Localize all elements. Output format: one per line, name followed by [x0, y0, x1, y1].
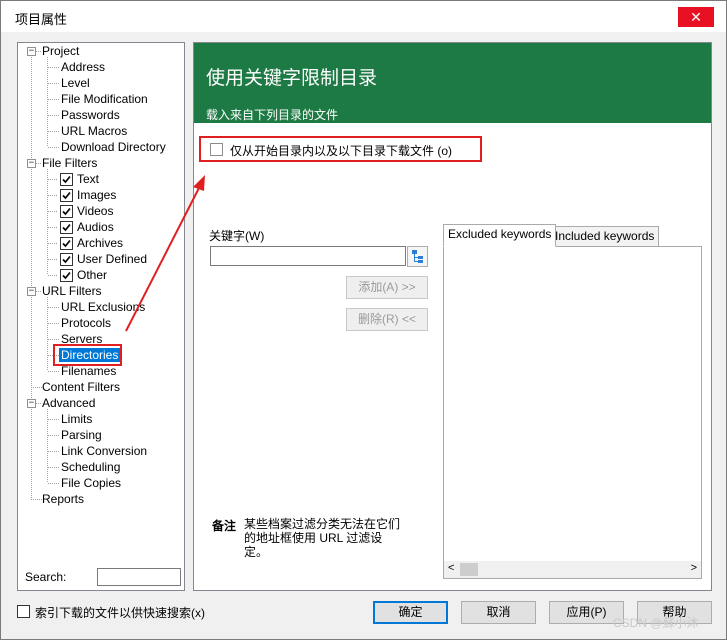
tree-item-content-filters[interactable]: Content Filters [42, 379, 120, 395]
search-input[interactable] [97, 568, 181, 586]
scroll-left-icon[interactable]: < [448, 562, 454, 574]
window-title: 项目属性 [15, 12, 68, 27]
option-highlight-box [199, 136, 482, 162]
tree-structure-icon [412, 250, 423, 263]
tree-item-download-directory[interactable]: Download Directory [61, 139, 166, 155]
title-bar: 项目属性 ✕ [1, 1, 726, 32]
tree-item-url-exclusions[interactable]: URL Exclusions [61, 299, 145, 315]
audios-checkbox[interactable] [60, 221, 73, 234]
project-properties-dialog: 项目属性 ✕ − Project Address Level File Modi… [0, 0, 727, 640]
note-text: 某些档案过滤分类无法在它们的地址框使用 URL 过滤设定。 [244, 517, 401, 559]
images-checkbox[interactable] [60, 189, 73, 202]
cancel-button[interactable]: 取消 [461, 601, 536, 624]
add-keyword-button[interactable]: 添加(A) >> [346, 276, 428, 299]
tree-item-images[interactable]: Images [77, 187, 116, 203]
url-filters-collapse-icon[interactable]: − [27, 287, 36, 296]
search-label: Search: [25, 570, 67, 584]
keyword-tree-button[interactable] [407, 246, 428, 267]
tree-item-reports[interactable]: Reports [42, 491, 84, 507]
tab-included-keywords[interactable]: Included keywords [550, 226, 660, 247]
category-tree: − Project Address Level File Modificatio… [17, 42, 185, 591]
tree-item-user-defined[interactable]: User Defined [77, 251, 147, 267]
tree-item-archives[interactable]: Archives [77, 235, 123, 251]
panel-header: 使用关键字限制目录 载入来自下列目录的文件 [194, 43, 711, 123]
tree-item-url-filters[interactable]: URL Filters [42, 283, 102, 299]
tree-item-address[interactable]: Address [61, 59, 105, 75]
tree-item-audios[interactable]: Audios [77, 219, 114, 235]
close-button[interactable]: ✕ [678, 7, 714, 27]
scroll-thumb[interactable] [460, 563, 478, 576]
archives-checkbox[interactable] [60, 237, 73, 250]
tab-excluded-keywords[interactable]: Excluded keywords [443, 224, 557, 247]
keyword-input[interactable] [210, 246, 406, 266]
tree-item-videos[interactable]: Videos [77, 203, 113, 219]
horizontal-scrollbar[interactable]: < > [444, 561, 701, 578]
tree-item-file-modification[interactable]: File Modification [61, 91, 148, 107]
tree-item-advanced[interactable]: Advanced [42, 395, 95, 411]
watermark: CSDN @蘇小沐 [613, 616, 699, 630]
tree-item-protocols[interactable]: Protocols [61, 315, 111, 331]
panel-title: 使用关键字限制目录 [206, 68, 378, 89]
delete-keyword-button[interactable]: 删除(R) << [346, 308, 428, 331]
tree-item-limits[interactable]: Limits [61, 411, 92, 427]
tree-item-text[interactable]: Text [77, 171, 99, 187]
settings-panel: 使用关键字限制目录 载入来自下列目录的文件 仅从开始目录内以及以下目录下载文件 … [193, 42, 712, 591]
tree-item-scheduling[interactable]: Scheduling [61, 459, 120, 475]
tree-item-filenames[interactable]: Filenames [61, 363, 116, 379]
index-checkbox[interactable] [17, 605, 30, 618]
ok-button[interactable]: 确定 [373, 601, 448, 624]
tree-item-file-copies[interactable]: File Copies [61, 475, 121, 491]
other-checkbox[interactable] [60, 269, 73, 282]
user-defined-checkbox[interactable] [60, 253, 73, 266]
advanced-collapse-icon[interactable]: − [27, 399, 36, 408]
scroll-right-icon[interactable]: > [691, 562, 697, 574]
tree-item-other[interactable]: Other [77, 267, 107, 283]
tree-item-file-filters[interactable]: File Filters [42, 155, 97, 171]
tree-item-parsing[interactable]: Parsing [61, 427, 102, 443]
note-title: 备注 [212, 519, 237, 533]
index-option-label: 索引下载的文件以供快速搜索(x) [35, 606, 205, 620]
text-checkbox[interactable] [60, 173, 73, 186]
tree-item-passwords[interactable]: Passwords [61, 107, 120, 123]
videos-checkbox[interactable] [60, 205, 73, 218]
tree-item-link-conversion[interactable]: Link Conversion [61, 443, 147, 459]
tree-item-url-macros[interactable]: URL Macros [61, 123, 127, 139]
tree-item-project[interactable]: Project [42, 43, 79, 59]
project-collapse-icon[interactable]: − [27, 47, 36, 56]
keyword-list[interactable]: < > [443, 246, 702, 579]
tree-item-level[interactable]: Level [61, 75, 90, 91]
keyword-label: 关键字(W) [209, 229, 265, 243]
file-filters-collapse-icon[interactable]: − [27, 159, 36, 168]
panel-subtitle: 载入来自下列目录的文件 [206, 108, 339, 122]
